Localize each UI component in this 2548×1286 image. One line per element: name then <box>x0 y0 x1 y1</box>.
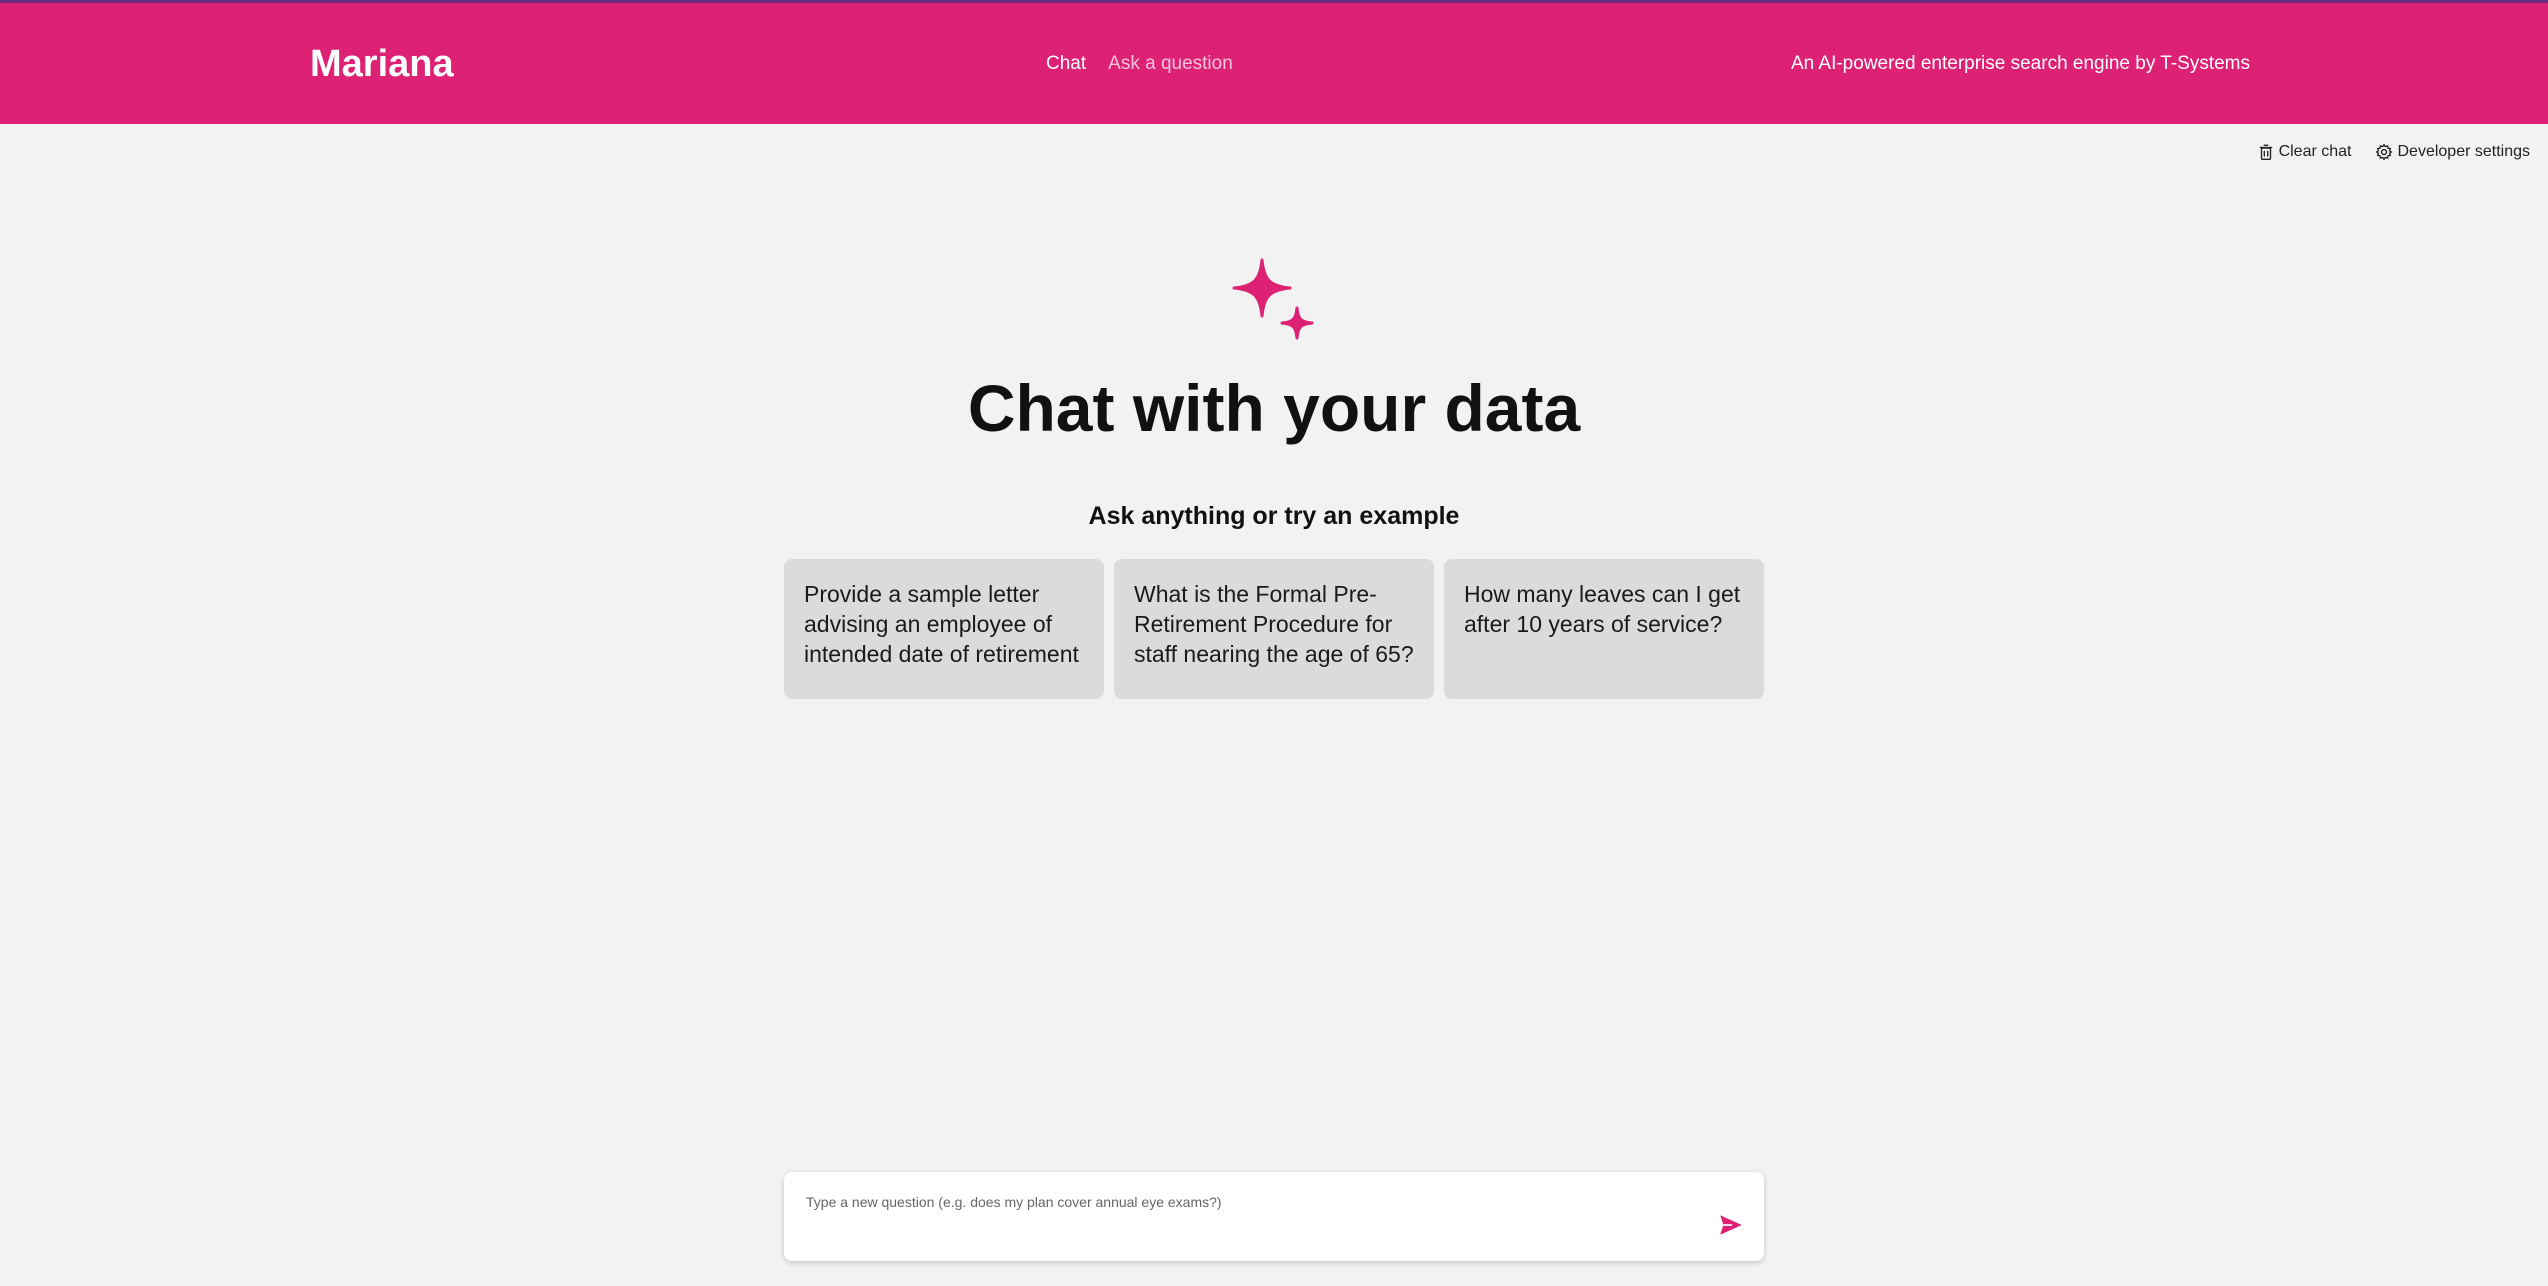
clear-chat-label: Clear chat <box>2278 143 2352 160</box>
developer-settings-button[interactable]: Developer settings <box>2375 143 2530 161</box>
trash-icon <box>2259 144 2272 160</box>
example-card[interactable]: What is the Formal Pre-Retirement Proced… <box>1114 559 1434 699</box>
example-card[interactable]: Provide a sample letter advising an empl… <box>784 559 1104 699</box>
send-icon[interactable] <box>1718 1212 1744 1238</box>
chat-toolbar: Clear chat Developer settings <box>2257 143 2530 161</box>
page-title: Chat with your data <box>967 371 1581 445</box>
brand-logo[interactable]: Mariana <box>310 43 454 86</box>
gear-icon <box>2375 143 2394 161</box>
nav-ask-question[interactable]: Ask a question <box>1108 53 1233 75</box>
top-bar: Mariana Chat Ask a question An AI-powere… <box>0 0 2548 124</box>
sparkle-icon <box>1232 258 1314 340</box>
developer-settings-label: Developer settings <box>2397 143 2530 160</box>
question-input[interactable] <box>804 1192 1688 1246</box>
main-nav: Chat Ask a question <box>1046 53 1233 75</box>
example-list: Provide a sample letter advising an empl… <box>784 559 1764 699</box>
tagline: An AI-powered enterprise search engine b… <box>1790 53 2250 74</box>
nav-chat[interactable]: Chat <box>1046 53 1086 75</box>
question-input-box <box>784 1172 1764 1261</box>
example-card[interactable]: How many leaves can I get after 10 years… <box>1444 559 1764 699</box>
clear-chat-button[interactable]: Clear chat <box>2257 143 2352 161</box>
examples-subtitle: Ask anything or try an example <box>1088 502 1460 530</box>
